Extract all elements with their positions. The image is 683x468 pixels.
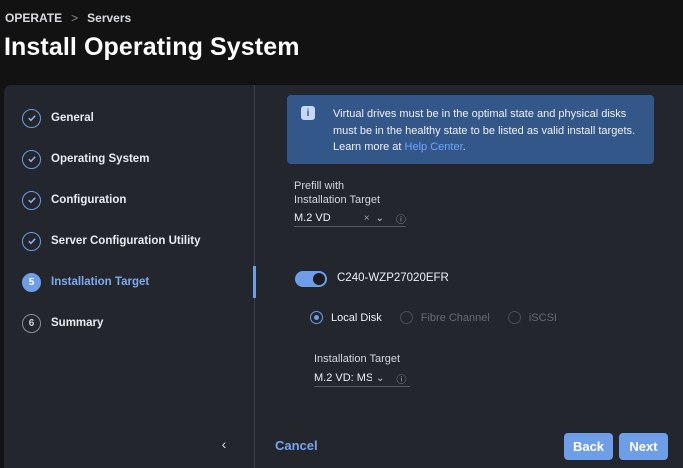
step-server-configuration-utility[interactable]: Server Configuration Utility xyxy=(22,230,201,252)
installation-target-label: Installation Target xyxy=(314,353,401,365)
prefill-label-line2: Installation Target xyxy=(294,194,381,206)
help-center-link[interactable]: Help Center xyxy=(405,141,463,153)
info-message: Virtual drives must be in the optimal st… xyxy=(333,106,645,156)
breadcrumb-separator: > xyxy=(71,11,79,25)
radio-local-disk[interactable]: Local Disk xyxy=(310,311,382,324)
info-icon: i xyxy=(301,106,315,120)
step-number-badge: 5 xyxy=(22,272,41,292)
breadcrumb-operate[interactable]: OPERATE xyxy=(5,11,62,25)
info-text: Virtual drives must be in the optimal st… xyxy=(333,108,636,153)
radio-dot[interactable] xyxy=(310,311,323,324)
step-label: Installation Target xyxy=(51,276,150,288)
chevron-down-icon[interactable]: ⌄ xyxy=(376,213,384,224)
prefill-label: Prefill with Installation Target xyxy=(294,179,380,207)
collapse-sidebar-chevron-left-icon[interactable]: ‹ xyxy=(216,436,232,452)
step-number-badge: 6 xyxy=(22,313,41,333)
disk-type-radio-group: Local Disk Fibre Channel iSCSI xyxy=(310,311,575,324)
radio-label: Fibre Channel xyxy=(420,311,490,324)
step-label: Operating System xyxy=(51,153,150,165)
installation-target-value: M.2 VD: MSt xyxy=(314,372,372,384)
breadcrumb-servers[interactable]: Servers xyxy=(87,11,131,25)
back-button[interactable]: Back xyxy=(564,433,613,460)
server-name: C240-WZP27020EFR xyxy=(337,272,449,284)
breadcrumb: OPERATE > Servers xyxy=(5,11,131,25)
step-configuration[interactable]: Configuration xyxy=(22,189,126,211)
prefill-label-line1: Prefill with xyxy=(294,180,345,192)
step-operating-system[interactable]: Operating System xyxy=(22,148,149,170)
prefill-target-select[interactable]: M.2 VD × ⌄ ⓘ xyxy=(294,210,406,227)
wizard-steps-sidebar: General Operating System Configuration S… xyxy=(4,85,255,468)
checkmark-icon xyxy=(22,149,41,169)
server-enable-toggle[interactable] xyxy=(295,271,327,287)
radio-dot[interactable] xyxy=(399,311,413,324)
cancel-button[interactable]: Cancel xyxy=(275,438,318,453)
wizard-panel: General Operating System Configuration S… xyxy=(4,85,683,468)
step-number: 5 xyxy=(28,276,35,288)
step-label: Configuration xyxy=(51,194,127,206)
step-general[interactable]: General xyxy=(22,107,94,129)
info-text-end: . xyxy=(462,141,466,153)
chevron-down-icon[interactable]: ⌄ xyxy=(376,373,384,384)
step-label: General xyxy=(51,112,94,124)
step-summary[interactable]: 6 Summary xyxy=(22,312,103,334)
checkmark-icon xyxy=(22,190,41,210)
installation-target-form: i Virtual drives must be in the optimal … xyxy=(256,85,683,468)
page-title: Install Operating System xyxy=(4,33,300,61)
step-number: 6 xyxy=(28,317,35,329)
info-circle-icon[interactable]: ⓘ xyxy=(396,371,406,386)
step-installation-target[interactable]: 5 Installation Target xyxy=(22,271,149,293)
radio-iscsi[interactable]: iSCSI xyxy=(507,311,557,324)
info-circle-icon[interactable]: ⓘ xyxy=(396,211,406,226)
clear-icon[interactable]: × xyxy=(364,213,370,224)
prefill-target-value: M.2 VD xyxy=(294,212,331,224)
radio-label: iSCSI xyxy=(528,311,557,324)
next-button[interactable]: Next xyxy=(619,433,668,460)
info-banner: i Virtual drives must be in the optimal … xyxy=(287,95,654,164)
checkmark-icon xyxy=(22,108,41,128)
toggle-knob xyxy=(313,273,325,285)
installation-target-select[interactable]: M.2 VD: MSt ⌄ ⓘ xyxy=(314,370,410,387)
radio-fibre-channel[interactable]: Fibre Channel xyxy=(399,311,490,324)
radio-label: Local Disk xyxy=(331,311,382,324)
radio-dot[interactable] xyxy=(507,311,521,324)
step-label: Server Configuration Utility xyxy=(51,235,201,247)
checkmark-icon xyxy=(22,231,41,251)
step-label: Summary xyxy=(51,317,104,329)
